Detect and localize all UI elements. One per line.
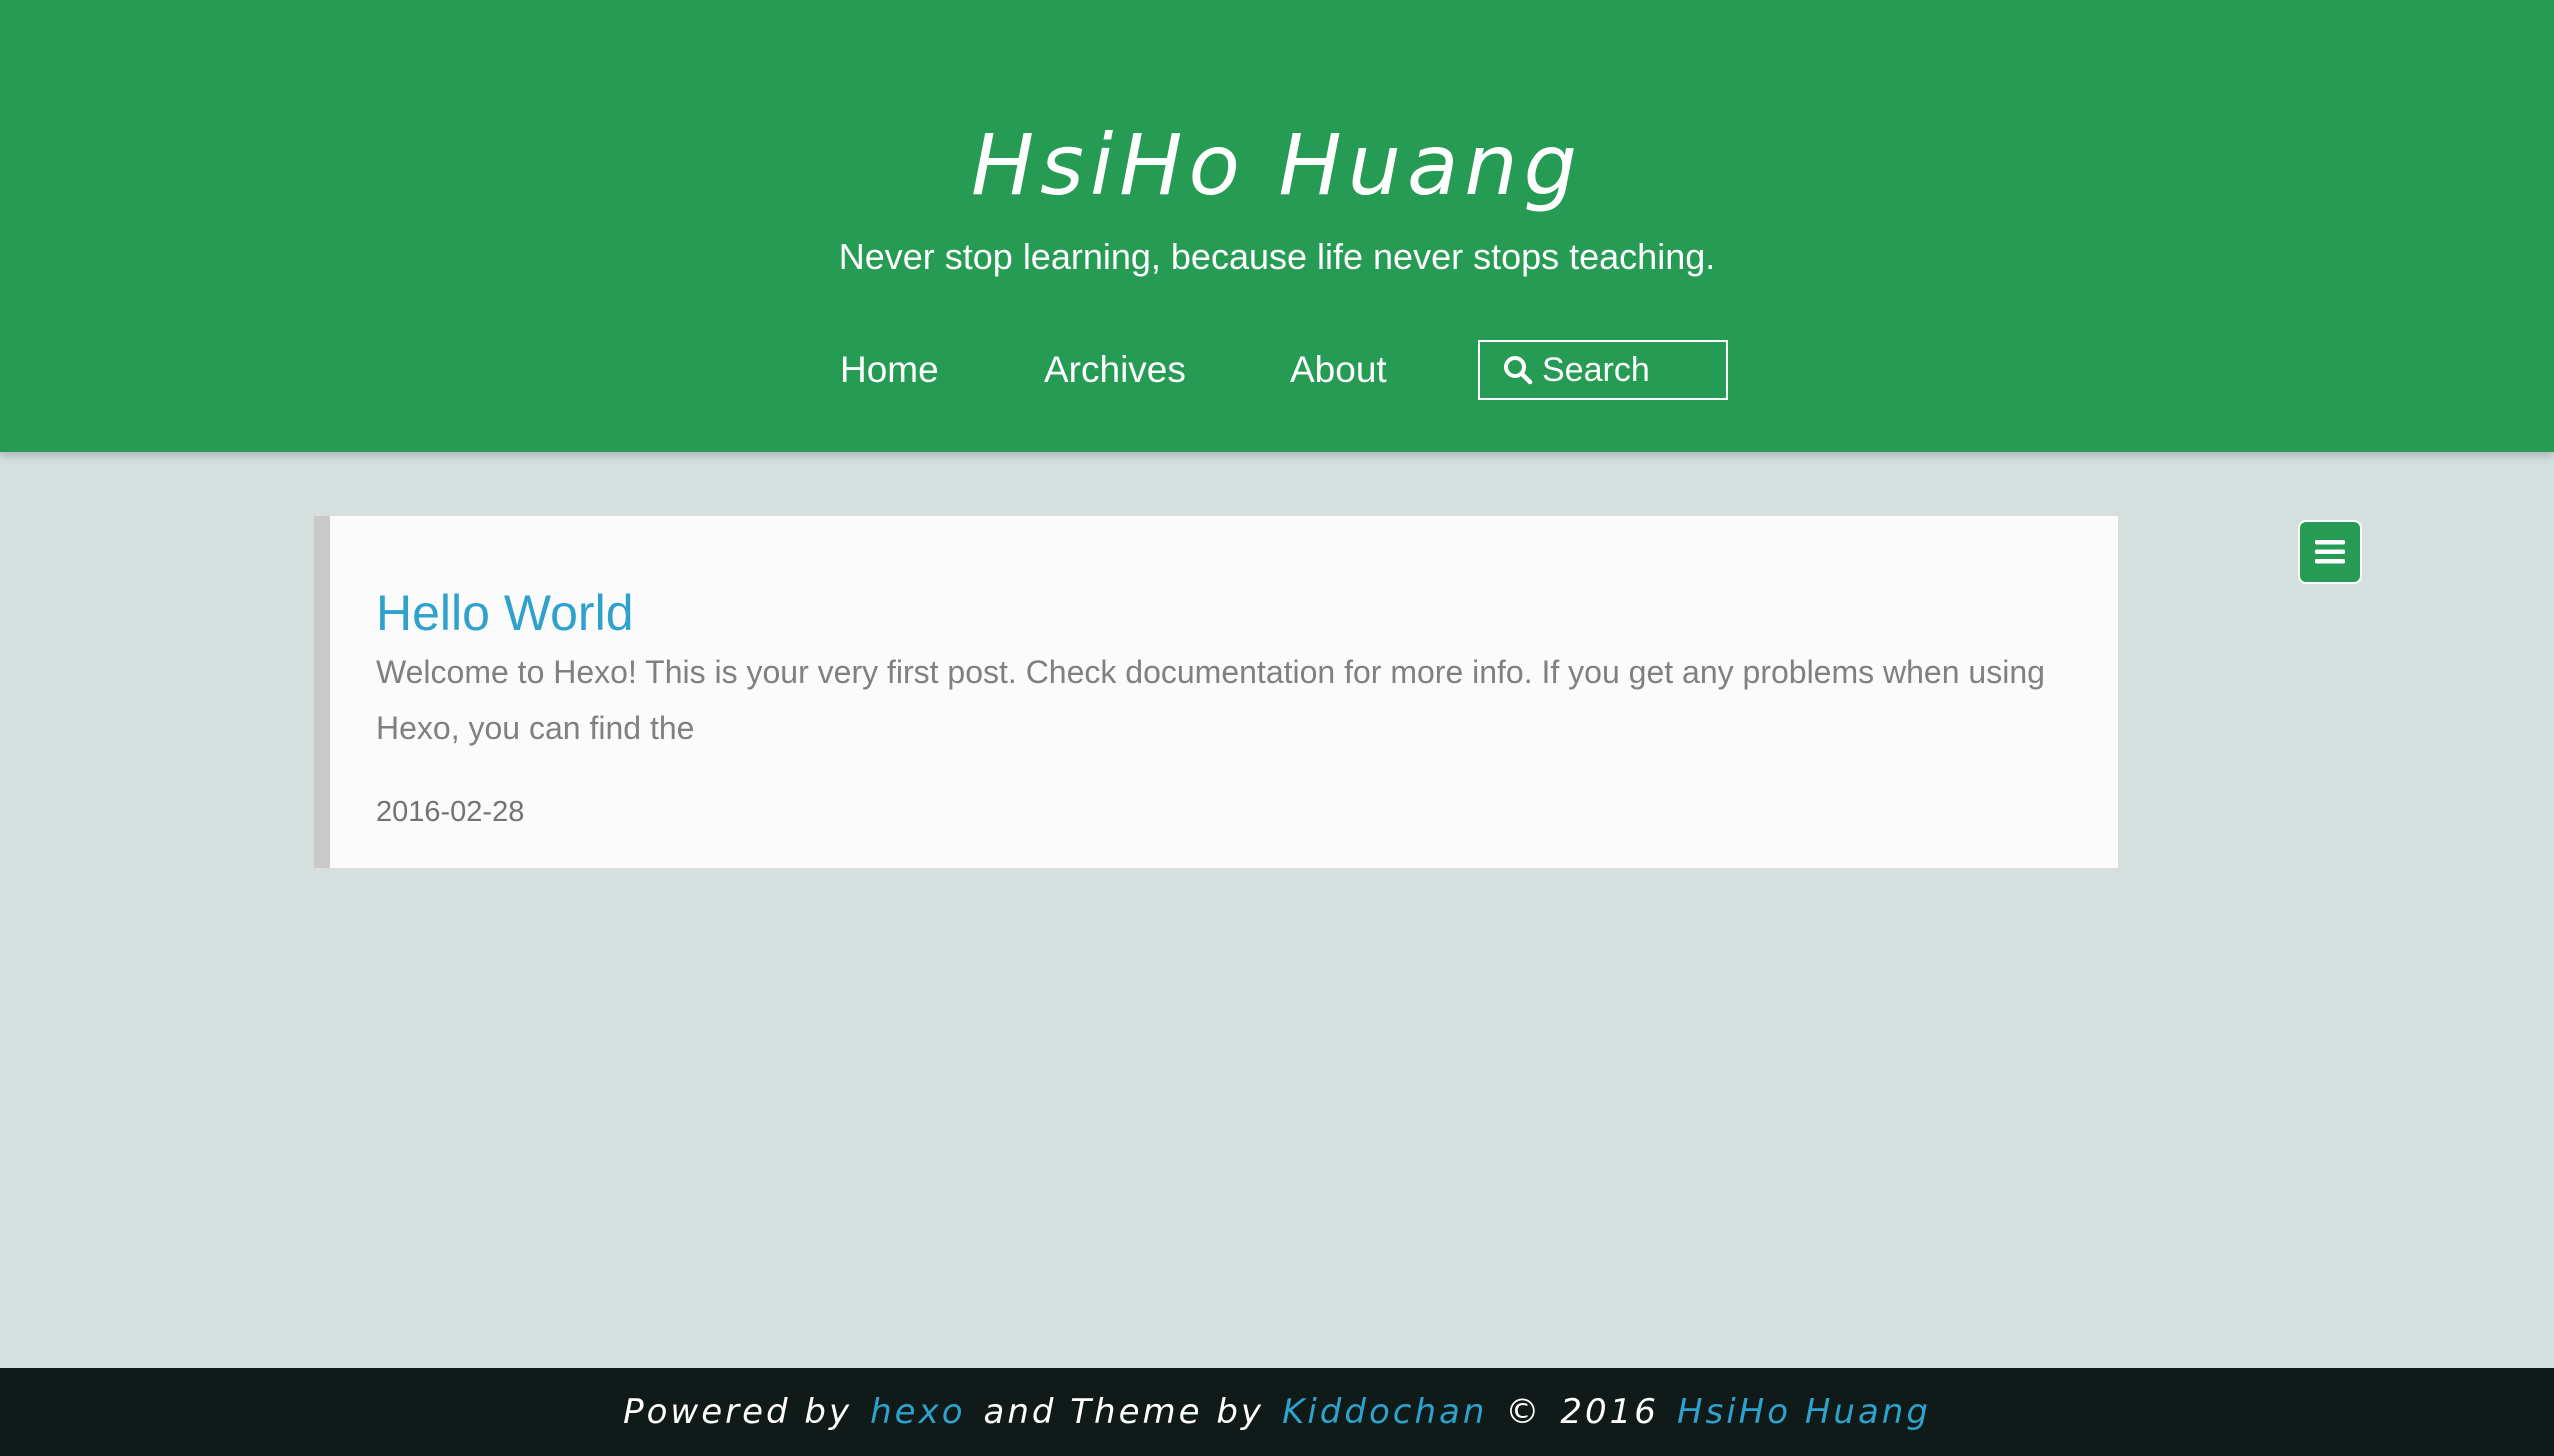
nav-archives-link[interactable]: Archives bbox=[1044, 340, 1186, 400]
site-subtitle: Never stop learning, because life never … bbox=[838, 236, 1716, 277]
post-excerpt: Welcome to Hexo! This is your very first… bbox=[376, 654, 2045, 746]
nav-home-link[interactable]: Home bbox=[840, 340, 939, 400]
footer-year: 2016 bbox=[1560, 1392, 1659, 1432]
footer-theme-by: and Theme by bbox=[983, 1392, 1265, 1432]
search-icon bbox=[1504, 356, 1533, 385]
footer-copyright-symbol: © bbox=[1505, 1392, 1543, 1432]
site-header: HsiHo Huang Never stop learning, because… bbox=[0, 0, 2554, 452]
hamburger-menu-icon bbox=[2315, 540, 2345, 564]
search-label: Search bbox=[1542, 350, 1650, 389]
nav-about-link[interactable]: About bbox=[1290, 340, 1387, 400]
post-date: 2016-02-28 bbox=[376, 796, 525, 828]
footer-owner-link[interactable]: HsiHo Huang bbox=[1677, 1392, 1931, 1432]
site-footer: Powered by hexo and Theme by Kiddochan ©… bbox=[0, 1368, 2554, 1456]
footer-hexo-link[interactable]: hexo bbox=[870, 1392, 965, 1432]
post-card: Hello World Welcome to Hexo! This is you… bbox=[314, 516, 2118, 868]
footer-powered-by: Powered by bbox=[623, 1392, 853, 1432]
site-title[interactable]: HsiHo Huang bbox=[0, 100, 2554, 230]
footer-theme-author-link[interactable]: Kiddochan bbox=[1282, 1392, 1487, 1432]
menu-toggle-button[interactable] bbox=[2298, 520, 2362, 584]
search-box[interactable]: Search bbox=[1478, 340, 1728, 400]
main-nav: Home Archives About Search bbox=[0, 340, 2554, 400]
